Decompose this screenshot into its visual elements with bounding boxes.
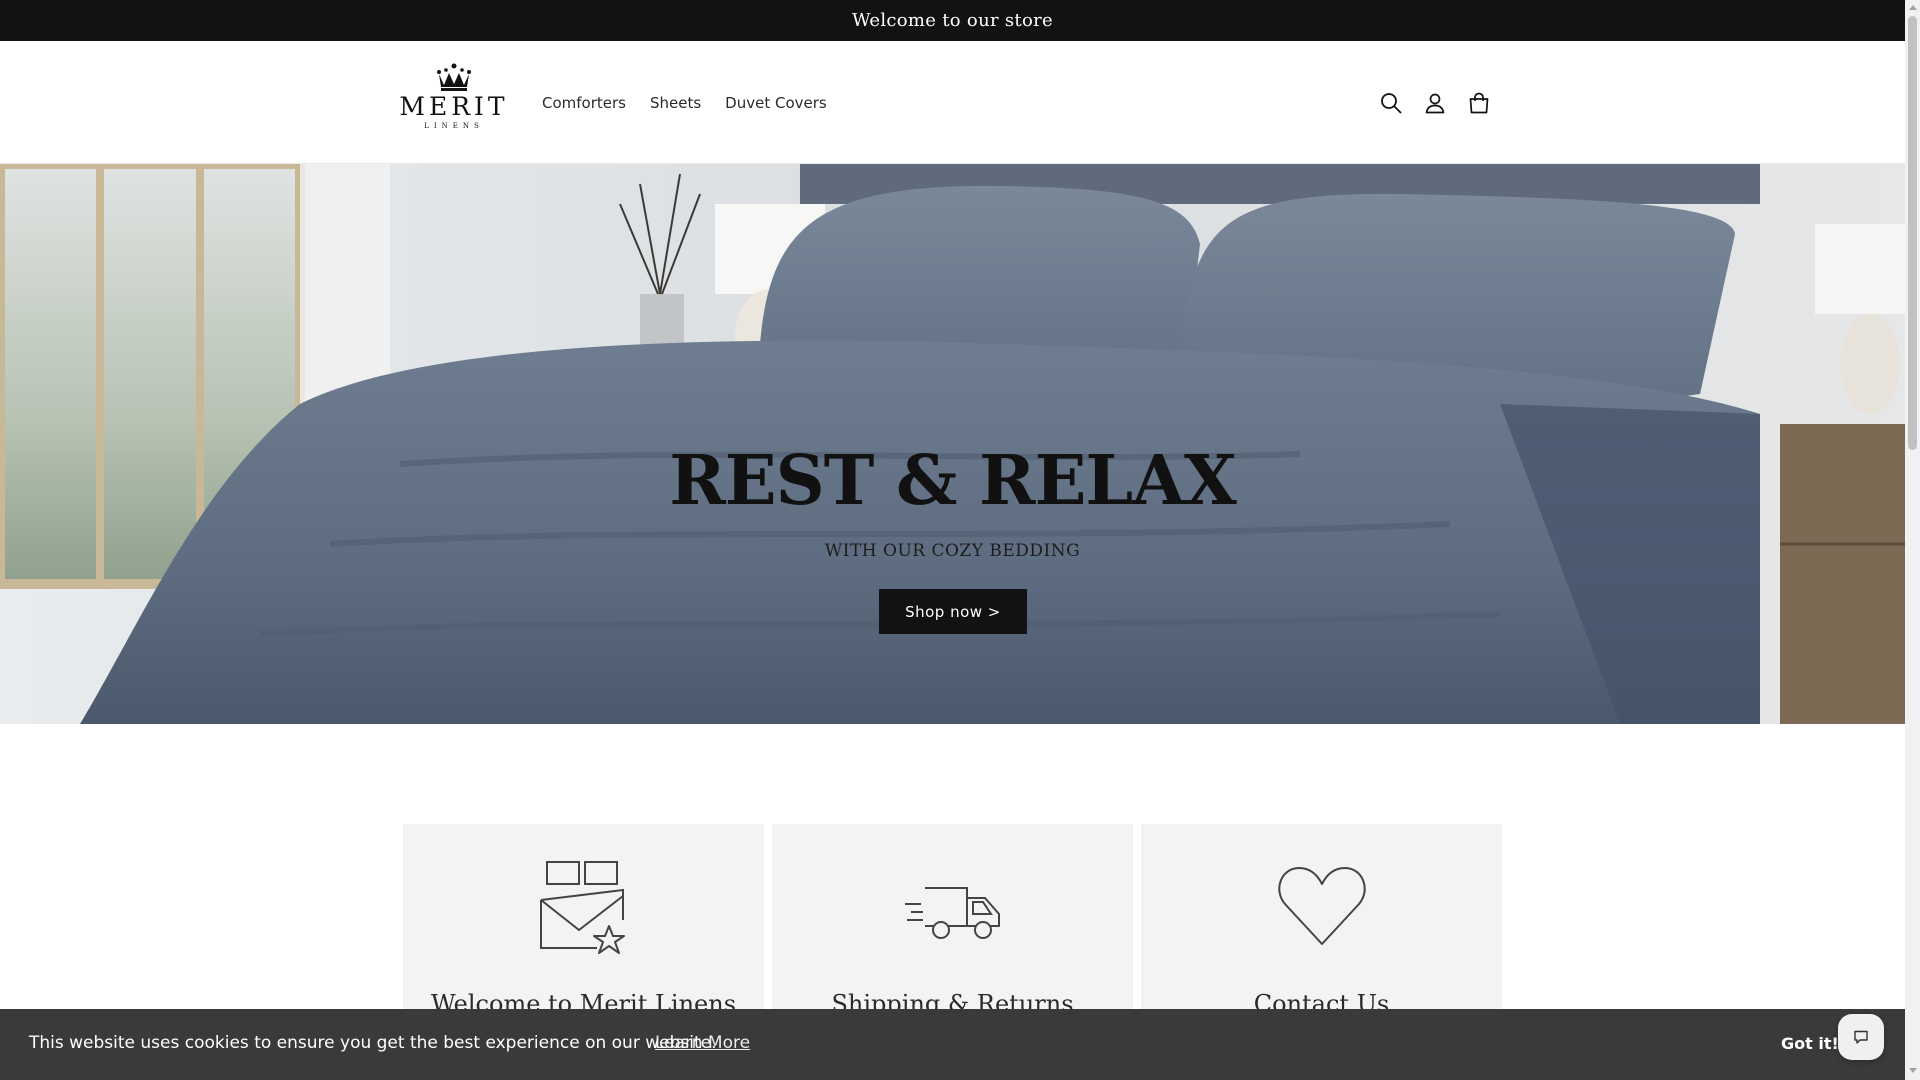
cart-icon (1469, 92, 1489, 113)
nav-sheets[interactable]: Sheets (650, 94, 701, 112)
logo-wordmark: MERIT (399, 92, 509, 121)
chat-button[interactable] (1838, 1014, 1884, 1060)
hero-title: REST & RELAX (669, 441, 1236, 521)
site-header: MERIT LINENS Comforters Sheets Duvet Cov… (0, 41, 1905, 164)
nav-duvet-covers[interactable]: Duvet Covers (725, 94, 827, 112)
nav-comforters[interactable]: Comforters (542, 94, 626, 112)
account-icon (1425, 93, 1445, 113)
main-nav: Comforters Sheets Duvet Covers (542, 41, 851, 164)
header-icons (1379, 41, 1491, 164)
bedding-star-icon (539, 861, 625, 954)
learn-more-link[interactable]: Learn More (655, 1033, 750, 1053)
announcement-text: Welcome to our store (852, 10, 1053, 31)
hero-banner: REST & RELAX WITH OUR COZY BEDDING Shop … (0, 164, 1905, 724)
account-button[interactable] (1423, 91, 1447, 115)
search-button[interactable] (1379, 91, 1403, 115)
cart-button[interactable] (1467, 91, 1491, 115)
search-icon (1381, 92, 1402, 113)
heart-icon (1277, 867, 1366, 945)
delivery-truck-icon (904, 887, 1000, 939)
chat-bubble-icon (1854, 1030, 1868, 1044)
logo[interactable]: MERIT LINENS (399, 63, 509, 141)
announcement-bar: Welcome to our store (0, 0, 1905, 41)
logo-subtitle: LINENS (424, 122, 484, 130)
crown-icon (437, 63, 471, 91)
hero-subtitle: WITH OUR COZY BEDDING (824, 541, 1081, 561)
page-scrollbar[interactable] (1905, 0, 1920, 1080)
scroll-thumb[interactable] (1908, 16, 1917, 450)
scroll-down-arrow-icon[interactable] (1909, 1068, 1917, 1073)
cookie-accept-button[interactable]: Got it! (1781, 1034, 1839, 1053)
cookie-message: This website uses cookies to ensure you … (29, 1033, 717, 1053)
cookie-banner: This website uses cookies to ensure you … (0, 1009, 1905, 1080)
scroll-up-arrow-icon[interactable] (1909, 5, 1917, 10)
shop-now-button[interactable]: Shop now > (879, 589, 1027, 634)
